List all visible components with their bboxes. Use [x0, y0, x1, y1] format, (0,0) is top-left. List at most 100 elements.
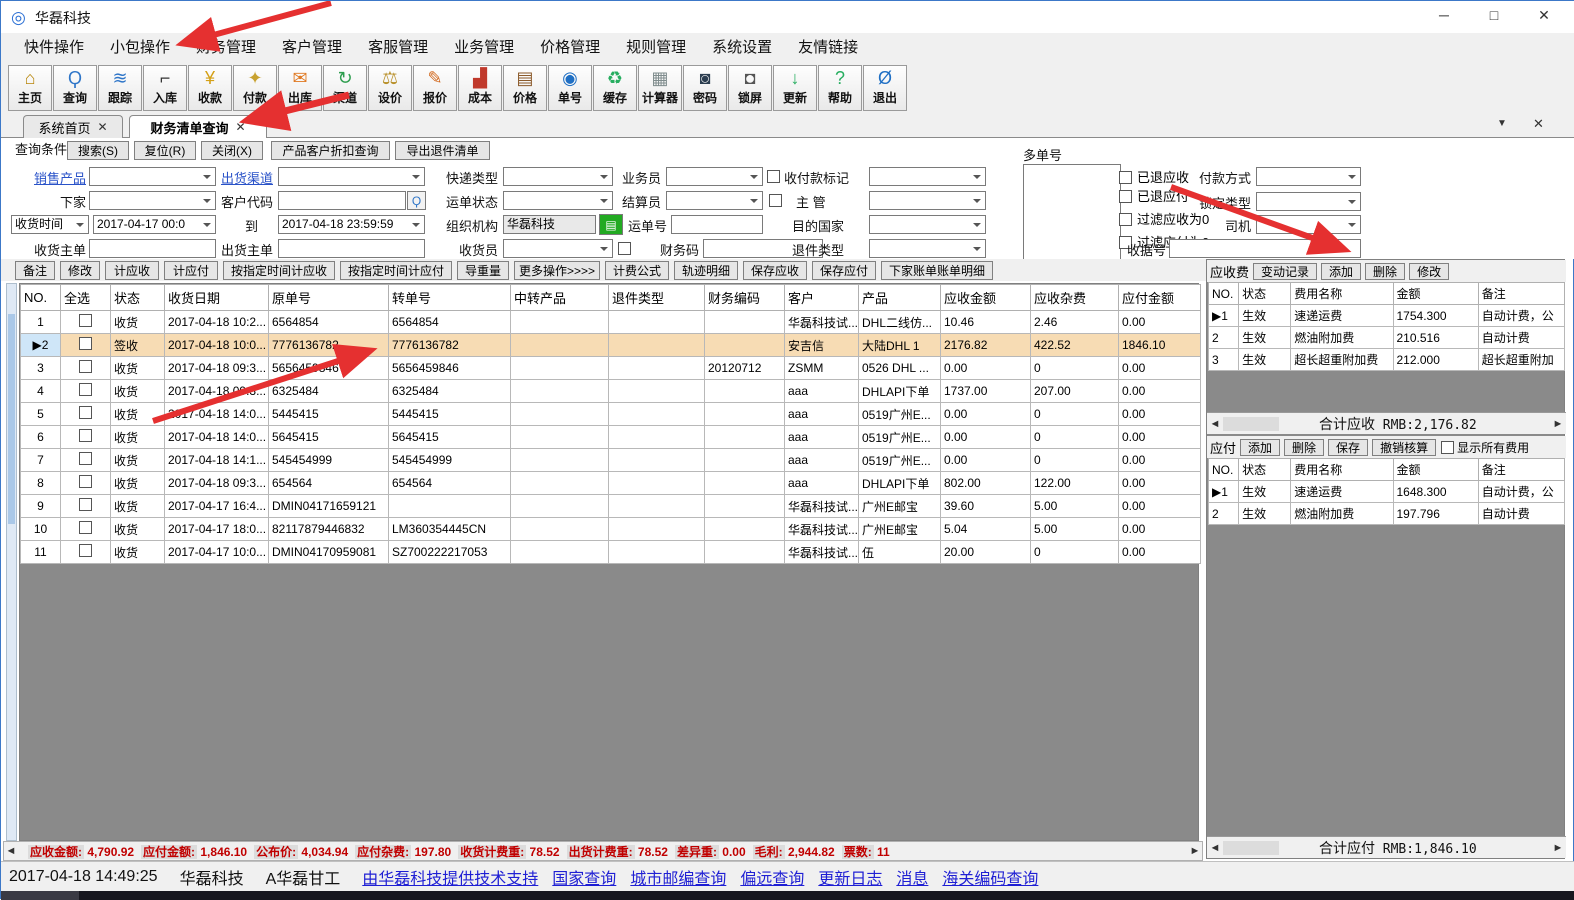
menu-item-4[interactable]: 客服管理: [355, 33, 441, 63]
org-field[interactable]: 华磊科技: [503, 215, 596, 234]
row-checkbox[interactable]: [79, 360, 92, 373]
menu-item-6[interactable]: 价格管理: [527, 33, 613, 63]
menu-item-9[interactable]: 友情链接: [785, 33, 871, 63]
pay-scroll-right-icon[interactable]: ►: [1550, 842, 1566, 854]
filter-checkbox-2[interactable]: [1119, 213, 1132, 226]
waybill-no-input[interactable]: [671, 215, 763, 234]
payable-button-1[interactable]: 删除: [1284, 439, 1324, 456]
sales-product-link[interactable]: 销售产品: [34, 171, 86, 186]
action-button-4[interactable]: 按指定时间计应收: [223, 261, 335, 280]
status-link-1[interactable]: 国家查询: [552, 865, 616, 889]
action-button-6[interactable]: 导重量: [457, 261, 509, 280]
receivable-button-3[interactable]: 修改: [1409, 263, 1449, 280]
receivable-button-0[interactable]: 变动记录: [1253, 263, 1317, 280]
recv-scroll-left-icon[interactable]: ◄: [1207, 418, 1223, 430]
table-row[interactable]: 11收货2017-04-17 10:0...DMIN04170959081SZ7…: [21, 541, 1201, 564]
row-checkbox[interactable]: [79, 429, 92, 442]
menu-item-2[interactable]: 财务管理: [183, 33, 269, 63]
tab-home[interactable]: 系统首页✕: [23, 115, 123, 138]
row-checkbox[interactable]: [79, 475, 92, 488]
column-header[interactable]: 备注: [1478, 459, 1564, 481]
row-checkbox[interactable]: [79, 544, 92, 557]
column-header[interactable]: 费用名称: [1291, 459, 1393, 481]
receiver-select[interactable]: [503, 239, 613, 258]
downstream-select[interactable]: [89, 191, 216, 210]
sales-product[interactable]: 销售产品: [11, 169, 86, 188]
action-button-11[interactable]: 保存应付: [812, 261, 876, 280]
fee-row[interactable]: 2生效燃油附加费197.796自动计费: [1209, 503, 1565, 525]
column-header[interactable]: 收货日期: [165, 285, 269, 311]
column-header[interactable]: 状态: [1239, 459, 1291, 481]
set-price-button[interactable]: ⚖设价: [368, 65, 412, 111]
tab-close-icon[interactable]: ✕: [1533, 116, 1544, 132]
column-header[interactable]: NO.: [1209, 459, 1239, 481]
row-checkbox[interactable]: [79, 498, 92, 511]
cache-button[interactable]: ♻缓存: [593, 65, 637, 111]
query-button-4[interactable]: 导出退件清单: [395, 141, 490, 160]
scroll-left-icon[interactable]: ◄: [4, 845, 18, 857]
column-header[interactable]: 金额: [1393, 459, 1478, 481]
menu-item-7[interactable]: 规则管理: [613, 33, 699, 63]
show-all-fees-checkbox[interactable]: [1441, 441, 1454, 454]
receivable-button-2[interactable]: 删除: [1365, 263, 1405, 280]
fee-row[interactable]: 2生效燃油附加费210.516自动计费: [1209, 327, 1565, 349]
column-header[interactable]: 中转产品: [511, 285, 609, 311]
menu-item-1[interactable]: 小包操作: [97, 33, 183, 63]
table-row[interactable]: 8收货2017-04-18 09:3...654564654564aaaDHLA…: [21, 472, 1201, 495]
password-button[interactable]: ◙密码: [683, 65, 727, 111]
payable-button-3[interactable]: 撤销核算: [1372, 439, 1436, 456]
pay-scroll-left-icon[interactable]: ◄: [1207, 842, 1223, 854]
org-select-button[interactable]: ▤: [599, 214, 623, 235]
pay-scrollbar[interactable]: [1223, 841, 1279, 855]
minimize-button[interactable]: ─: [1429, 7, 1459, 27]
quote-button[interactable]: ✎报价: [413, 65, 457, 111]
settler-select[interactable]: [666, 191, 763, 210]
column-header[interactable]: 原单号: [269, 285, 389, 311]
ship-main-input[interactable]: [278, 239, 425, 258]
fee-row[interactable]: ▶1生效速递运费1754.300自动计费，公: [1209, 305, 1565, 327]
customer-search-button[interactable]: Ϙ: [407, 191, 426, 210]
tracking-no-button[interactable]: ◉单号: [548, 65, 592, 111]
query-button-2[interactable]: 关闭(X): [201, 141, 263, 160]
ship-channel[interactable]: 出货渠道: [219, 169, 273, 188]
query-button-1[interactable]: 复位(R): [134, 141, 196, 160]
menu-item-8[interactable]: 系统设置: [699, 33, 785, 63]
payable-button-0[interactable]: 添加: [1240, 439, 1280, 456]
supervisor-select[interactable]: [869, 191, 986, 210]
pay-button[interactable]: ✦付款: [233, 65, 277, 111]
filter-checkbox-0[interactable]: [1119, 171, 1132, 184]
lock-screen-button[interactable]: ◘锁屏: [728, 65, 772, 111]
recv-scroll-right-icon[interactable]: ►: [1550, 418, 1566, 430]
column-header[interactable]: NO.: [21, 285, 61, 311]
column-header[interactable]: 全选: [61, 285, 111, 311]
action-button-5[interactable]: 按指定时间计应付: [340, 261, 452, 280]
help-button[interactable]: ?帮助: [818, 65, 862, 111]
column-header[interactable]: 状态: [1239, 283, 1291, 305]
table-row[interactable]: 7收货2017-04-18 14:1...545454999545454999a…: [21, 449, 1201, 472]
return-type-select[interactable]: [869, 239, 986, 258]
column-header[interactable]: NO.: [1209, 283, 1239, 305]
table-row[interactable]: 6收货2017-04-18 14:0...56454155645415aaa05…: [21, 426, 1201, 449]
table-row[interactable]: 10收货2017-04-17 18:0...82117879446832LM36…: [21, 518, 1201, 541]
fee-row[interactable]: 3生效超长超重附加费212.000超长超重附加: [1209, 349, 1565, 371]
action-button-7[interactable]: 更多操作>>>>: [514, 261, 600, 280]
table-row[interactable]: 1收货2017-04-18 10:2...65648546564854华磊科技试…: [21, 311, 1201, 334]
cost-button[interactable]: ▟成本: [458, 65, 502, 111]
menu-item-0[interactable]: 快件操作: [11, 33, 97, 63]
column-header[interactable]: 退件类型: [609, 285, 705, 311]
supervisor-checkbox[interactable]: [769, 194, 782, 207]
vertical-scrollbar[interactable]: [6, 283, 17, 841]
column-header[interactable]: 金额: [1393, 283, 1478, 305]
menu-item-5[interactable]: 业务管理: [441, 33, 527, 63]
receiver-checkbox[interactable]: [618, 242, 631, 255]
price-button[interactable]: ▤价格: [503, 65, 547, 111]
column-header[interactable]: 备注: [1478, 283, 1564, 305]
calculator-button[interactable]: ▦计算器: [638, 65, 682, 111]
driver-select[interactable]: [1256, 215, 1361, 234]
exit-button[interactable]: Ø退出: [863, 65, 907, 111]
collect-button[interactable]: ¥收款: [188, 65, 232, 111]
column-header[interactable]: 应收杂费: [1031, 285, 1119, 311]
table-row[interactable]: ▶2签收2017-04-18 10:0...777613678277761367…: [21, 334, 1201, 357]
action-button-9[interactable]: 轨迹明细: [674, 261, 738, 280]
home-button[interactable]: ⌂主页: [8, 65, 52, 111]
